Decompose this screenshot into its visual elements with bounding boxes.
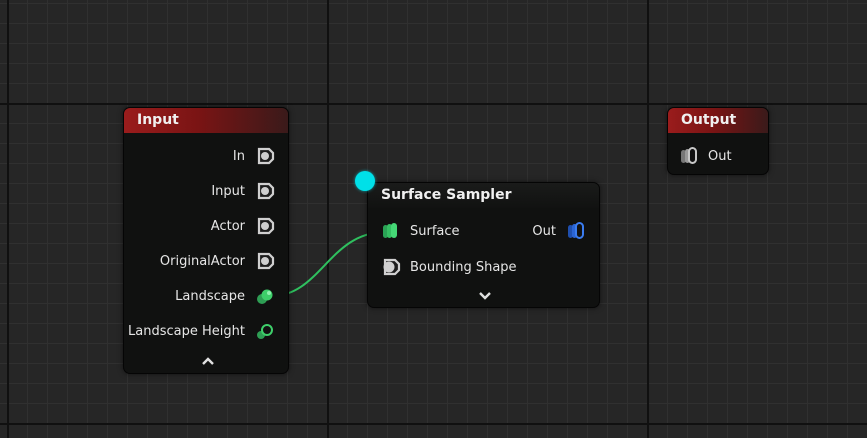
chevron-down-icon <box>479 292 491 300</box>
generic-pin-icon[interactable] <box>254 250 276 272</box>
node-execution-dot[interactable] <box>355 171 375 191</box>
pin-label: Out <box>532 223 556 239</box>
pin-label: Bounding Shape <box>410 259 517 275</box>
landscape-pin-icon[interactable] <box>254 285 276 307</box>
generic-pin-icon[interactable] <box>254 215 276 237</box>
input-pin-landscape-height[interactable]: Landscape Height <box>128 320 276 342</box>
collapse-button[interactable] <box>198 354 218 368</box>
pin-label: Surface <box>410 223 460 239</box>
input-node[interactable]: Input In Input Actor OriginalActor Lands… <box>123 107 289 374</box>
surface-pin-icon[interactable] <box>380 220 402 242</box>
out-output-pin[interactable]: Out <box>532 220 587 242</box>
input-node-header[interactable]: Input <box>124 108 288 133</box>
input-node-title: Input <box>137 112 179 128</box>
surface-sampler-node[interactable]: Surface Sampler Surface Bounding Shape O… <box>367 182 600 308</box>
chevron-up-icon <box>202 357 214 365</box>
output-node-header[interactable]: Output <box>668 108 768 133</box>
input-pin-original-actor[interactable]: OriginalActor <box>160 250 276 272</box>
input-pin-in[interactable]: In <box>233 145 276 167</box>
output-node[interactable]: Output Out <box>667 107 769 175</box>
expand-button[interactable] <box>475 289 495 303</box>
generic-pin-icon[interactable] <box>254 180 276 202</box>
input-pin-actor[interactable]: Actor <box>211 215 276 237</box>
point-pin-icon[interactable] <box>565 220 587 242</box>
graph-canvas[interactable]: Input In Input Actor OriginalActor Lands… <box>0 0 867 438</box>
pin-label: Input <box>211 183 245 199</box>
pin-label: In <box>232 148 245 164</box>
pin-label: Out <box>708 148 732 164</box>
pin-label: OriginalActor <box>159 253 245 269</box>
output-node-title: Output <box>681 112 737 128</box>
bounding-shape-input-pin[interactable]: Bounding Shape <box>380 256 517 278</box>
any-pin-icon[interactable] <box>678 145 700 167</box>
input-pin-landscape[interactable]: Landscape <box>175 285 276 307</box>
surface-sampler-header[interactable]: Surface Sampler <box>368 183 599 208</box>
surface-sampler-title: Surface Sampler <box>381 187 512 203</box>
input-pin-input[interactable]: Input <box>211 180 276 202</box>
pin-label: Landscape Height <box>128 323 245 339</box>
spatial-pin-icon[interactable] <box>380 256 402 278</box>
surface-input-pin[interactable]: Surface <box>380 220 460 242</box>
pin-label: Landscape <box>175 288 245 304</box>
generic-pin-icon[interactable] <box>254 145 276 167</box>
output-in-pin[interactable]: Out <box>678 145 732 167</box>
landscape-height-pin-icon[interactable] <box>254 320 276 342</box>
pin-label: Actor <box>210 218 245 234</box>
